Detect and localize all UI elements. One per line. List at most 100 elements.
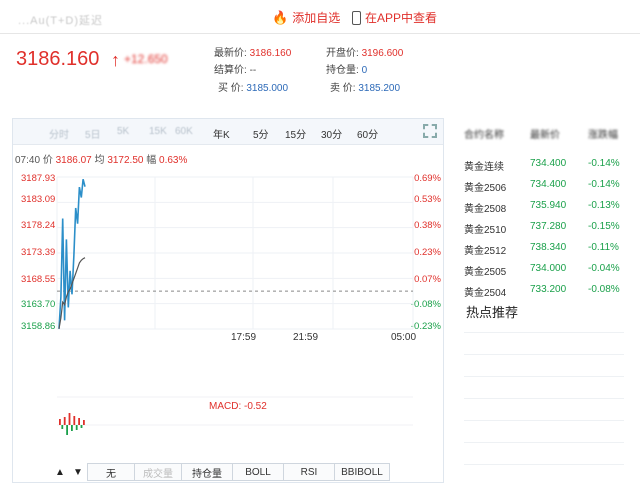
quote-ask: 卖 价: 3185.200 — [330, 79, 400, 94]
flame-icon: 🔥 — [272, 9, 289, 25]
info-range-label: 幅 — [146, 155, 157, 166]
contract-price: 734.000 — [530, 263, 567, 274]
add-favorite-button[interactable]: 🔥 添加自选 — [272, 9, 340, 26]
contract-price: 734.400 — [530, 179, 567, 190]
instrument-title: ...Au(T+D)延迟 — [18, 15, 104, 27]
quote-bid-value: 3185.000 — [246, 83, 289, 94]
macd-bar — [83, 420, 85, 425]
divider — [464, 464, 624, 465]
quote-open-label: 开盘价: — [326, 48, 359, 59]
macd-bar — [61, 425, 64, 429]
contract-name: 黄金2512 — [464, 246, 507, 257]
contract-price: 738.340 — [530, 242, 567, 253]
macd-bar — [66, 425, 68, 435]
divider — [464, 332, 624, 333]
divider — [464, 398, 624, 399]
contract-price: 734.400 — [530, 158, 567, 169]
indicator-oi[interactable]: 持仓量 — [181, 463, 233, 481]
contract-row[interactable]: 黄金2505 734.000 -0.04% — [458, 259, 628, 280]
price-change: +12.650 — [124, 52, 168, 66]
quote-open-value: 3196.600 — [361, 48, 404, 59]
divider — [464, 420, 624, 421]
indicator-none[interactable]: 无 — [87, 463, 135, 481]
period-toolbar: 分时 5日 5K 15K 60K 年K 5分 15分 30分 60分 — [13, 119, 443, 145]
contract-row[interactable]: 黄金2506 734.400 -0.14% — [458, 175, 628, 196]
open-in-app-button[interactable]: 在APP中查看 — [352, 9, 437, 26]
info-avg: 3172.50 — [107, 155, 144, 166]
info-range: 0.63% — [159, 155, 188, 166]
tab-faded-5[interactable]: 60K — [175, 126, 193, 137]
quote-latest: 最新价: 3186.160 — [214, 44, 291, 59]
macd-bar — [63, 417, 66, 425]
info-avg-label: 均 — [94, 155, 105, 166]
contract-row[interactable]: 黄金2510 737.280 -0.15% — [458, 217, 628, 238]
tab-60min[interactable]: 60分 — [357, 126, 378, 141]
top-bar: ...Au(T+D)延迟 🔥 添加自选 在APP中查看 — [0, 0, 640, 34]
contract-name: 黄金2505 — [464, 267, 507, 278]
quote-oi-value: 0 — [361, 65, 368, 76]
contract-name: 黄金2510 — [464, 225, 507, 236]
scroll-down-button[interactable]: ▼ — [69, 463, 87, 481]
price-line — [58, 179, 86, 329]
info-price-label: 价 — [42, 155, 53, 166]
macd-bar — [68, 413, 71, 425]
chart-info-line: 07:40 价 3186.07 均 3172.50 幅 0.63% — [15, 151, 187, 166]
indicator-rsi[interactable]: RSI — [283, 463, 335, 481]
indicator-volume[interactable]: 成交量 — [134, 463, 182, 481]
contract-row[interactable]: 黄金2504 733.200 -0.08% — [458, 280, 628, 301]
tab-faded-3[interactable]: 5K — [117, 126, 129, 137]
indicator-boll[interactable]: BOLL — [232, 463, 284, 481]
contract-row[interactable]: 黄金连续 734.400 -0.14% — [458, 154, 628, 175]
price-block: 3186.160 ↑ +12.650 — [16, 48, 168, 71]
hot-recommend-title: 热点推荐 — [466, 302, 519, 321]
x-tick-1: 21:59 — [293, 332, 319, 343]
contract-row[interactable]: 黄金2508 735.940 -0.13% — [458, 196, 628, 217]
quote-latest-label: 最新价: — [214, 48, 247, 59]
add-favorite-label: 添加自选 — [292, 11, 341, 25]
quote-bid: 买 价: 3185.000 — [218, 79, 288, 94]
open-in-app-label: 在APP中查看 — [365, 11, 438, 25]
up-arrow-icon: ↑ — [111, 50, 120, 70]
tab-15min[interactable]: 15分 — [285, 126, 306, 141]
quote-settle: 结算价: -- — [214, 61, 256, 76]
phone-icon — [352, 10, 361, 25]
col-header-name: 合约名称 — [464, 130, 504, 141]
last-price: 3186.160 — [16, 48, 100, 70]
macd-bar — [78, 418, 80, 425]
tab-5min[interactable]: 5分 — [253, 126, 269, 141]
indicator-bar: ▲ ▼ 无 成交量 持仓量 BOLL RSI BBIBOLL — [51, 463, 390, 481]
scroll-up-button[interactable]: ▲ — [51, 463, 69, 481]
contract-change: -0.08% — [588, 284, 620, 295]
contract-change: -0.13% — [588, 200, 620, 211]
quote-oi-label: 持仓量: — [326, 65, 359, 76]
divider — [464, 442, 624, 443]
quote-ask-value: 3185.200 — [358, 83, 401, 94]
tab-faded-1[interactable]: 分时 — [49, 126, 69, 141]
tab-30min[interactable]: 30分 — [321, 126, 342, 141]
quote-latest-value: 3186.160 — [249, 48, 292, 59]
macd-bar — [71, 425, 73, 431]
contract-name: 黄金2508 — [464, 204, 507, 215]
contract-change: -0.04% — [588, 263, 620, 274]
divider — [464, 376, 624, 377]
quote-oi: 持仓量: 0 — [326, 61, 367, 76]
divider — [464, 354, 624, 355]
chart-panel: 分时 5日 5K 15K 60K 年K 5分 15分 30分 60分 07:40… — [12, 118, 444, 483]
tab-year-k[interactable]: 年K — [213, 126, 230, 141]
fullscreen-icon[interactable] — [423, 124, 437, 138]
info-time: 07:40 — [15, 155, 41, 166]
macd-bar — [80, 425, 83, 428]
tab-faded-2[interactable]: 5日 — [85, 126, 101, 141]
tab-faded-4[interactable]: 15K — [149, 126, 167, 137]
col-header-price: 最新价 — [530, 130, 560, 141]
contract-row[interactable]: 黄金2512 738.340 -0.11% — [458, 238, 628, 259]
x-tick-2: 05:00 — [391, 332, 417, 343]
macd-label: MACD: -0.52 — [209, 401, 267, 412]
quote-open: 开盘价: 3196.600 — [326, 44, 403, 59]
x-tick-0: 17:59 — [231, 332, 257, 343]
contract-price: 733.200 — [530, 284, 567, 295]
indicator-bbiboll[interactable]: BBIBOLL — [334, 463, 390, 481]
contract-price: 737.280 — [530, 221, 567, 232]
intraday-chart[interactable] — [13, 167, 443, 467]
quote-bid-label: 买 价: — [218, 83, 244, 94]
